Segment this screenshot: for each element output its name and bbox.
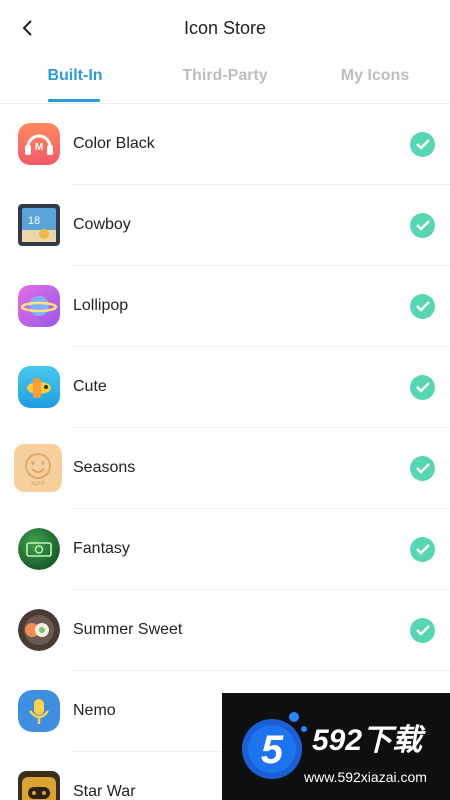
calendar-18-icon: 18	[18, 204, 60, 246]
airplane-icon	[18, 366, 60, 408]
pack-name: Fantasy	[73, 540, 130, 557]
svg-text:M: M	[35, 142, 43, 153]
pack-name: Summer Sweet	[73, 621, 183, 638]
check-icon	[410, 456, 435, 481]
check-icon	[410, 537, 435, 562]
gamepad-icon	[18, 771, 60, 800]
pack-name: Lollipop	[73, 297, 129, 314]
pack-name: Nemo	[73, 702, 116, 719]
page-title: Icon Store	[183, 18, 267, 38]
list-item[interactable]: Lollipop	[0, 266, 450, 347]
header: Icon Store	[0, 0, 450, 58]
check-icon	[410, 375, 435, 400]
list-item[interactable]: Cute	[0, 347, 450, 428]
pack-name: Color Black	[73, 135, 155, 152]
check-icon	[410, 294, 435, 319]
tab-my-icons[interactable]: My Icons	[325, 67, 425, 85]
check-icon	[410, 618, 435, 643]
list-item[interactable]: 18 Cowboy	[0, 185, 450, 266]
active-tab-indicator	[48, 99, 100, 102]
watermark-banner: 5 592下载 www.592xiazai.com	[222, 693, 450, 800]
tab-bar: Built-In Third-Party My Icons	[0, 58, 450, 104]
tab-built-in[interactable]: Built-In	[25, 67, 125, 85]
smiley-app-icon: APP	[14, 444, 62, 492]
watermark-name: 592下载	[312, 724, 423, 757]
pack-name: Cowboy	[73, 216, 131, 233]
watermark-digit: 5	[261, 728, 284, 772]
watermark-url: www.592xiazai.com	[304, 769, 427, 785]
check-icon	[410, 132, 435, 157]
pack-name: Cute	[73, 378, 107, 395]
microphone-icon	[18, 690, 60, 732]
svg-text:18: 18	[28, 215, 40, 227]
tab-third-party[interactable]: Third-Party	[170, 67, 280, 85]
list-item[interactable]: APP Seasons	[0, 428, 450, 509]
check-icon	[410, 213, 435, 238]
pack-name: Star War	[73, 783, 136, 800]
list-item[interactable]: M Color Black	[0, 104, 450, 185]
svg-text:APP: APP	[31, 481, 45, 488]
money-icon	[18, 528, 60, 570]
watermark-logo-icon: 5	[242, 712, 307, 779]
planet-icon	[18, 285, 60, 327]
sushi-icon	[18, 609, 60, 651]
pack-name: Seasons	[73, 459, 136, 476]
list-item[interactable]: Fantasy	[0, 509, 450, 590]
headphones-m-icon: M	[18, 123, 60, 165]
list-item[interactable]: Summer Sweet	[0, 590, 450, 671]
